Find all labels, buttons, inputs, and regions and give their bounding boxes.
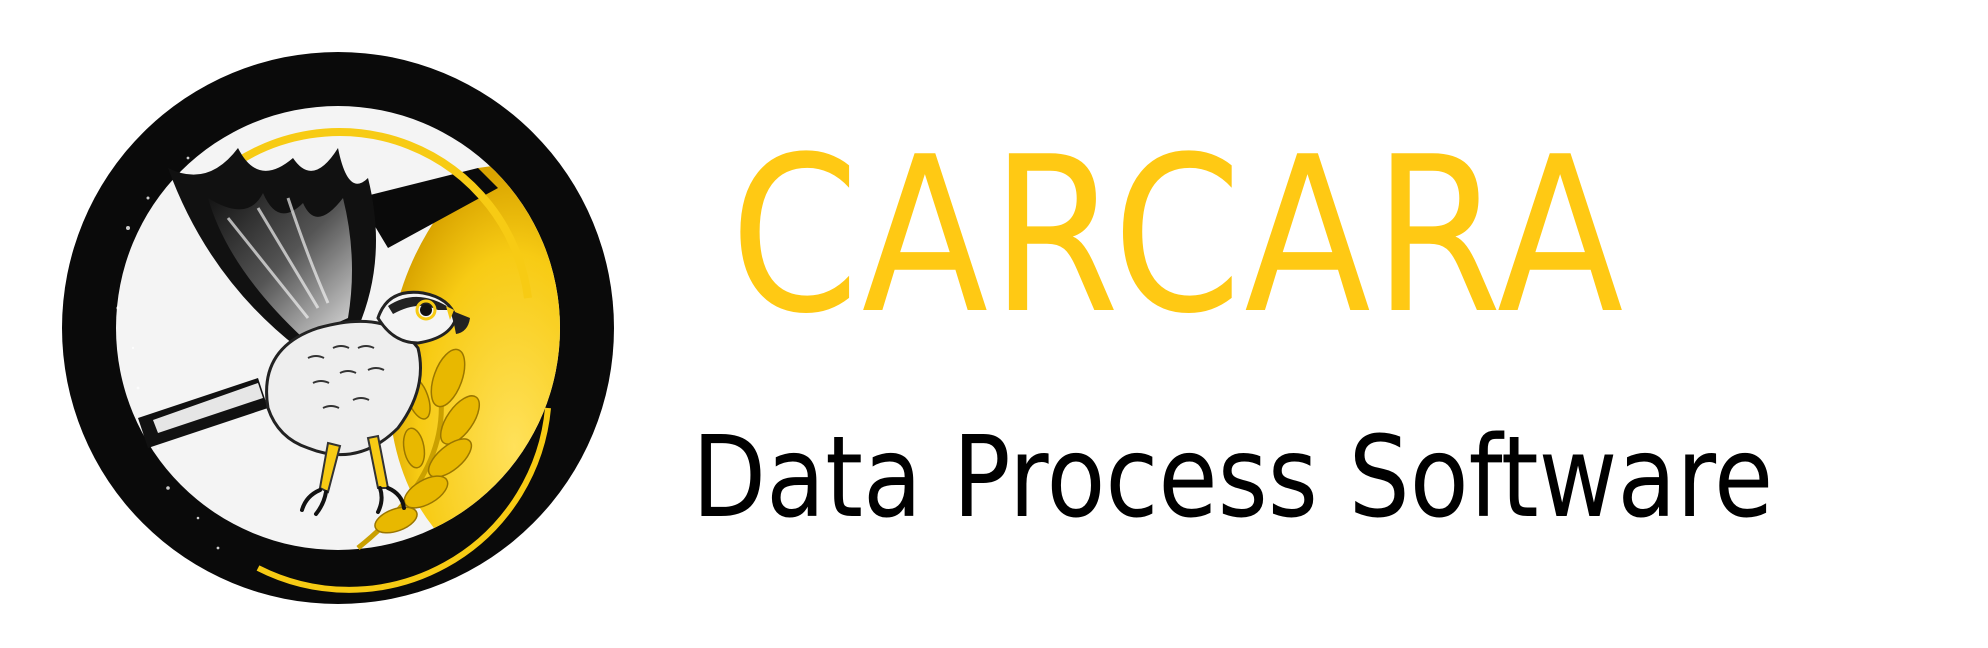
falcon-emblem-icon [58, 48, 618, 608]
brand-name: CARCARA [730, 110, 1626, 361]
logo-banner: CARCARA Data Process Software [0, 0, 1988, 648]
brand-tagline: Data Process Software [692, 413, 1774, 543]
